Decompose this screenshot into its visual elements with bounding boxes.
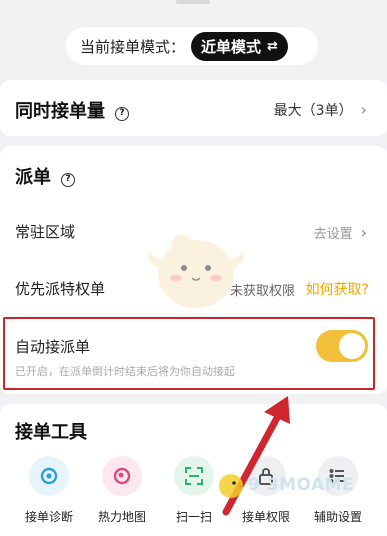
site-watermark: 9 3MOAME — [216, 470, 354, 500]
chick-logo-icon — [219, 474, 244, 498]
watermark-text: 9 3MOAME — [248, 475, 355, 495]
red-arrow-annotation — [222, 396, 290, 516]
